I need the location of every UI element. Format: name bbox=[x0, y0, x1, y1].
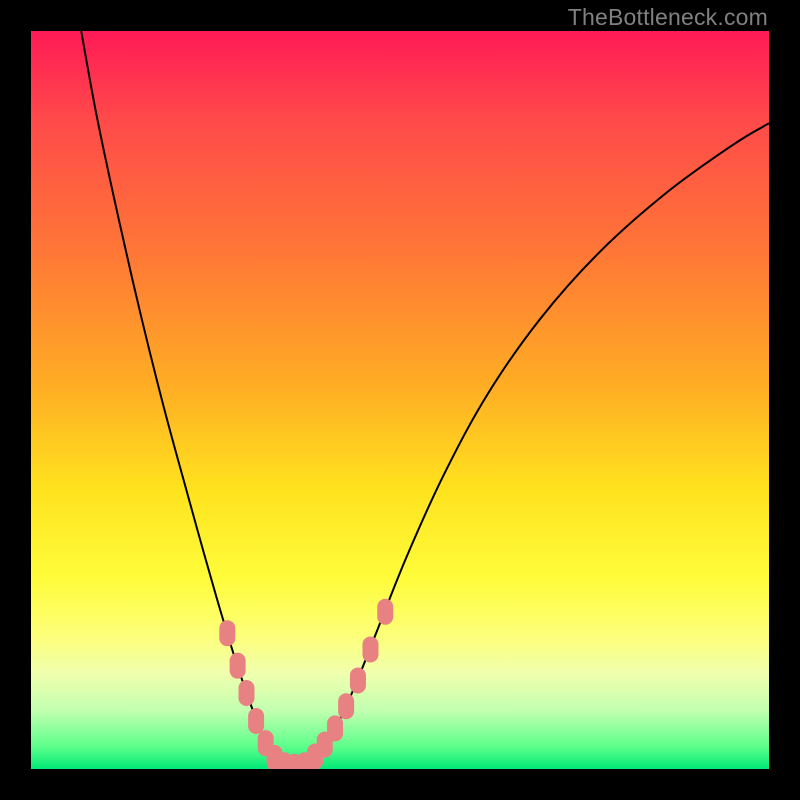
chart-gradient-background bbox=[31, 31, 769, 769]
watermark-text: TheBottleneck.com bbox=[568, 4, 768, 31]
chart-frame bbox=[31, 31, 769, 769]
